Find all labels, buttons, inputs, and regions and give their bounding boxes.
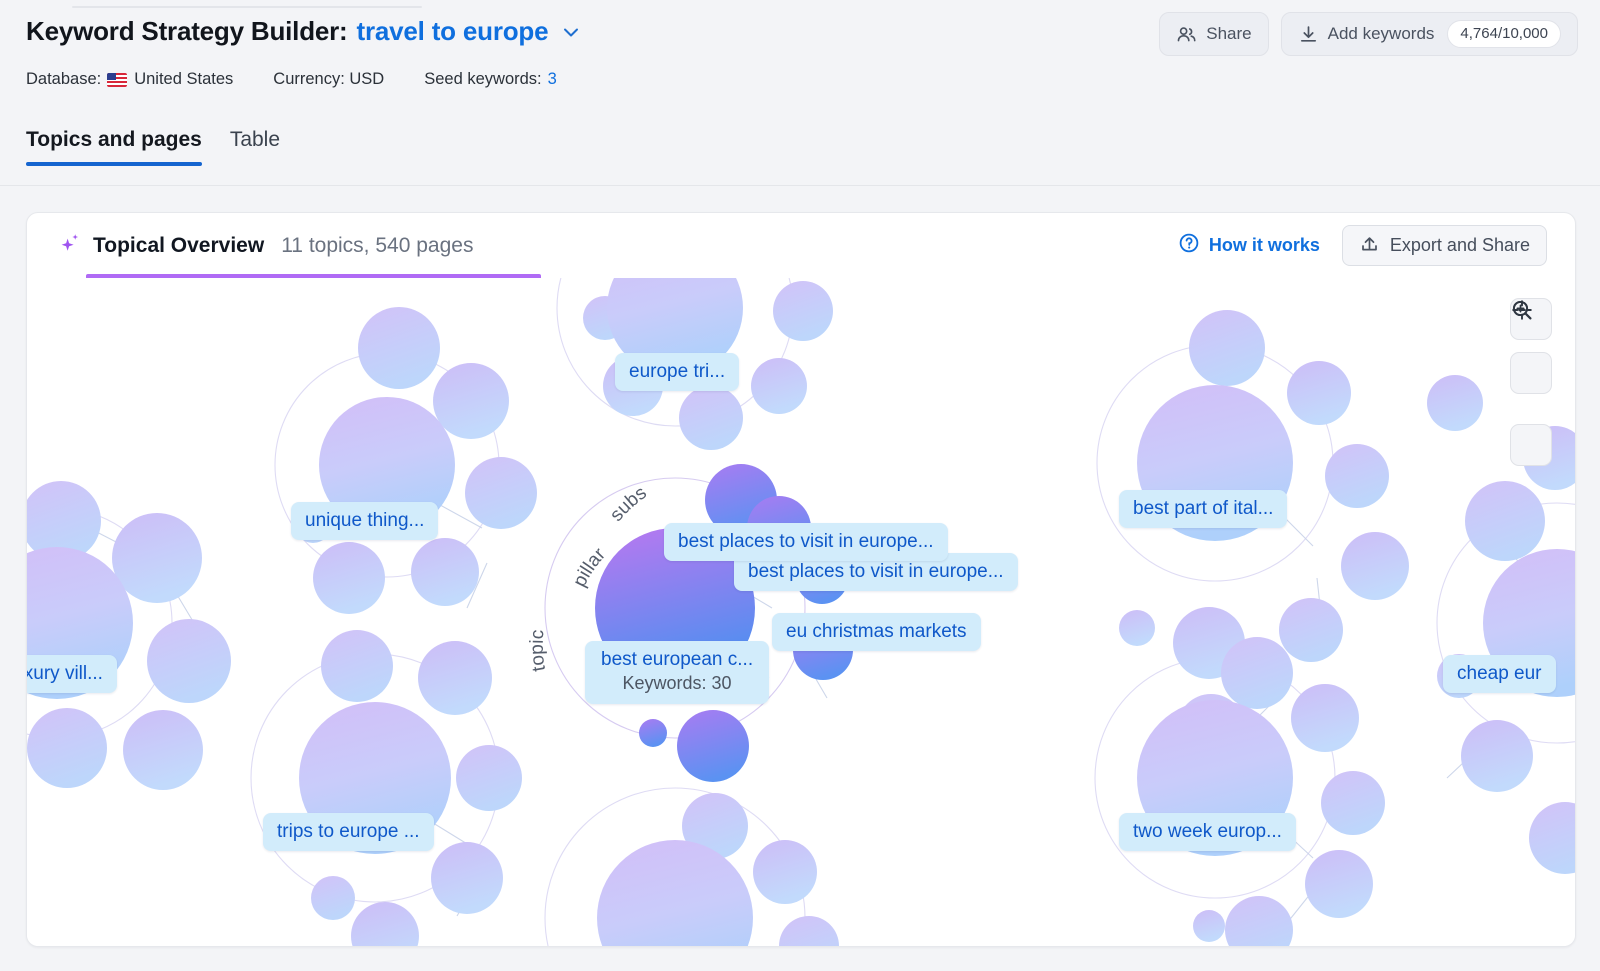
node-label-text: europe tri...	[629, 361, 726, 382]
currency-meta: Currency: USD	[273, 70, 385, 88]
export-and-share-button[interactable]: Export and Share	[1341, 225, 1547, 266]
node-label-keywords: Keywords: 30	[622, 672, 732, 693]
keywords-count-badge: 4,764/10,000	[1447, 20, 1561, 48]
bubble-graph: topic subs pillar	[27, 278, 1575, 946]
upload-icon	[1359, 233, 1380, 259]
sparkle-icon	[59, 231, 83, 260]
node-label[interactable]: luxury vill...	[27, 655, 117, 693]
tab-table[interactable]: Table	[230, 128, 280, 166]
tab-divider	[0, 185, 1600, 186]
bubble-cluster-trips-to-europe	[299, 630, 522, 946]
card-header: Topical Overview 11 topics, 540 pages Ho…	[27, 213, 1575, 282]
node-label[interactable]: best places to visit in europe...	[664, 523, 948, 561]
node-label-text: luxury vill...	[27, 663, 103, 684]
page-title-static: Keyword Strategy Builder:	[26, 16, 348, 46]
help-circle-icon	[1178, 232, 1200, 259]
header-actions: Share Add keywords 4,764/10,000	[1159, 12, 1578, 56]
node-label-text: best places to visit in europe...	[678, 531, 934, 552]
keyword-link[interactable]: travel to europe	[357, 16, 549, 47]
node-label[interactable]: two week europ...	[1119, 813, 1296, 851]
node-label-text: eu christmas markets	[786, 621, 967, 642]
node-label[interactable]: unique thing...	[291, 502, 439, 540]
node-label[interactable]: cheap eur	[1443, 655, 1556, 693]
app-root: Keyword Strategy Builder: travel to euro…	[0, 0, 1600, 971]
add-keywords-button[interactable]: Add keywords 4,764/10,000	[1280, 12, 1578, 56]
page-title: Keyword Strategy Builder: travel to euro…	[26, 16, 582, 47]
seed-keywords-meta: Seed keywords: 3	[424, 70, 557, 89]
bubble-cluster-10-days-europe	[597, 793, 839, 946]
node-label-text: best places to visit in europe...	[748, 561, 1004, 582]
tab-bar: Topics and pages Table	[26, 128, 280, 166]
recenter-button[interactable]	[1510, 300, 1552, 466]
topical-overview-card: Topical Overview 11 topics, 540 pages Ho…	[26, 212, 1576, 947]
export-and-share-label: Export and Share	[1389, 235, 1530, 255]
share-button-label: Share	[1206, 24, 1252, 43]
arc-label-subs: subs	[606, 482, 651, 525]
node-label[interactable]: best part of ital...	[1119, 490, 1288, 528]
card-title-group: Topical Overview 11 topics, 540 pages	[59, 231, 473, 260]
page-meta: Database: United States Currency: USD Se…	[26, 70, 557, 89]
how-it-works-link[interactable]: How it works	[1178, 232, 1320, 259]
bubble-cluster-two-week-europe	[1137, 637, 1385, 946]
bubble-cluster-unique-things	[295, 307, 537, 614]
add-keywords-label: Add keywords	[1327, 24, 1435, 43]
node-label[interactable]: eu christmas markets	[772, 613, 981, 651]
node-label-text: two week europ...	[1133, 821, 1282, 842]
node-label-text: best european c...	[601, 649, 754, 670]
tab-topics-and-pages[interactable]: Topics and pages	[26, 128, 202, 166]
node-label-text: unique thing...	[305, 510, 425, 531]
node-label-selected[interactable]: best european c... Keywords: 30	[585, 641, 770, 705]
node-label-text: best part of ital...	[1133, 498, 1274, 519]
card-subtitle: 11 topics, 540 pages	[281, 233, 474, 257]
bubble-cluster-luxury-villas	[27, 481, 231, 790]
seed-keywords-label: Seed keywords:	[424, 70, 542, 88]
node-label[interactable]: europe tri...	[615, 353, 740, 391]
card-title: Topical Overview	[93, 233, 265, 257]
card-header-actions: How it works Export and Share	[1178, 225, 1547, 266]
share-button[interactable]: Share	[1159, 12, 1269, 56]
topic-graph-canvas[interactable]: topic subs pillar europe tri... unique t…	[27, 278, 1575, 946]
node-label[interactable]: trips to europe ...	[263, 813, 434, 851]
zoom-controls	[1510, 298, 1552, 466]
chevron-down-icon[interactable]	[560, 21, 582, 43]
zoom-out-button[interactable]	[1510, 300, 1552, 394]
how-it-works-label: How it works	[1208, 235, 1320, 255]
node-label-text: cheap eur	[1457, 663, 1542, 684]
node-label-text: trips to europe ...	[277, 821, 420, 842]
arc-label-topic: topic	[527, 629, 550, 673]
page-header: Keyword Strategy Builder: travel to euro…	[0, 0, 1600, 118]
people-icon	[1176, 24, 1197, 45]
database-value: United States	[134, 70, 234, 88]
database-meta: Database: United States	[26, 70, 233, 89]
seed-keywords-value[interactable]: 3	[548, 70, 557, 89]
download-icon	[1298, 24, 1319, 45]
bubble-cluster-cheap-europe	[1427, 375, 1575, 874]
us-flag-icon	[107, 72, 128, 87]
database-label: Database:	[26, 70, 102, 88]
